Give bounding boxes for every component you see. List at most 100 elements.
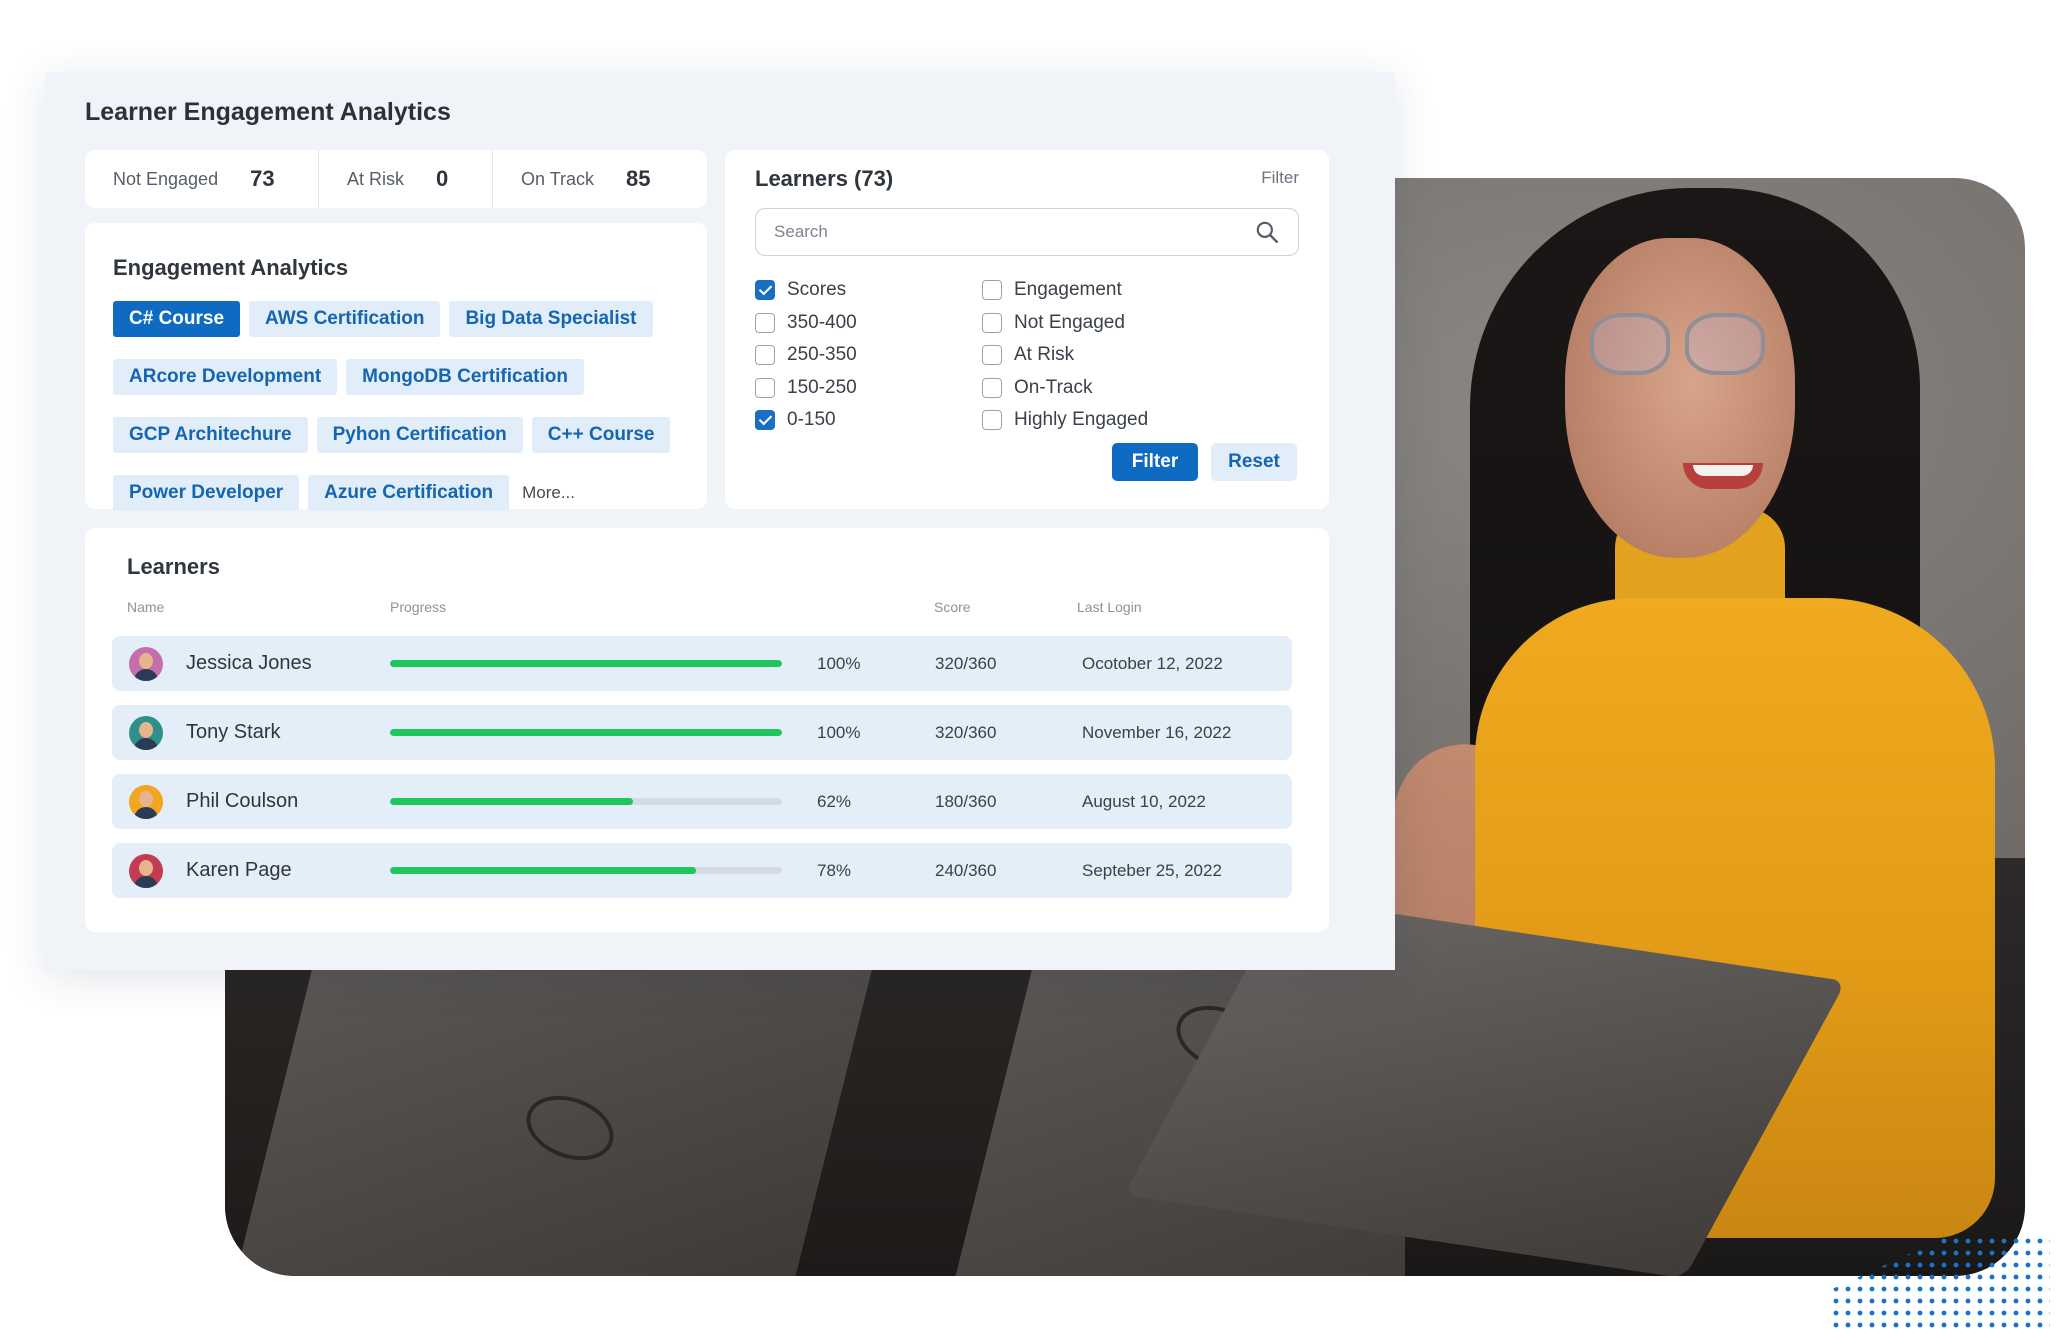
checkbox-box[interactable] — [982, 280, 1002, 301]
checkbox-label: 150-250 — [787, 376, 857, 398]
course-tag-arcore[interactable]: ARcore Development — [113, 359, 338, 395]
course-tag-mongodb[interactable]: MongoDB Certification — [346, 359, 584, 395]
last-login-date: August 10, 2022 — [1082, 791, 1206, 811]
progress-percent: 100% — [817, 722, 861, 742]
stat-value: 73 — [250, 166, 275, 191]
photo-glasses-lens — [1685, 313, 1765, 375]
progress-bar-fill — [390, 867, 696, 874]
stat-on-track: On Track 85 — [493, 150, 707, 208]
checkbox-label: 250-350 — [787, 344, 857, 366]
checkbox-label: At Risk — [1014, 344, 1075, 366]
table-row[interactable]: Jessica Jones 100% 320/360 Ocotober 12, … — [112, 636, 1292, 691]
stat-at-risk: At Risk 0 — [319, 150, 493, 208]
progress-percent: 100% — [817, 653, 861, 673]
course-tag-power-developer[interactable]: Power Developer — [113, 475, 300, 511]
progress-bar-fill — [390, 660, 782, 667]
stat-label: Not Engaged — [113, 168, 219, 189]
column-header-score[interactable]: Score — [934, 599, 971, 615]
checkbox-label: Highly Engaged — [1014, 409, 1149, 431]
learner-filter-card: Learners (73) Filter Scores 350-400 250-… — [725, 150, 1329, 509]
search-icon[interactable] — [1254, 219, 1280, 245]
column-header-name[interactable]: Name — [127, 599, 164, 615]
table-row[interactable]: Tony Stark 100% 320/360 November 16, 202… — [112, 705, 1292, 760]
column-header-last-login[interactable]: Last Login — [1077, 599, 1142, 615]
filter-link[interactable]: Filter — [1261, 168, 1299, 188]
course-tag-cpp[interactable]: C++ Course — [531, 417, 671, 453]
checkbox-box[interactable] — [755, 280, 775, 301]
checkbox-label: On-Track — [1014, 376, 1093, 398]
learner-name: Phil Coulson — [186, 790, 299, 812]
checkbox-highly-engaged[interactable]: Highly Engaged — [982, 404, 1148, 437]
progress-bar-fill — [390, 798, 634, 805]
checkbox-box[interactable] — [982, 377, 1002, 398]
filter-button[interactable]: Filter — [1112, 443, 1198, 481]
avatar — [129, 646, 163, 681]
learners-table-body: Jessica Jones 100% 320/360 Ocotober 12, … — [112, 636, 1292, 912]
checkbox-score-250-350[interactable]: 250-350 — [755, 339, 857, 372]
checkbox-at-risk[interactable]: At Risk — [982, 339, 1148, 372]
checkbox-score-350-400[interactable]: 350-400 — [755, 307, 857, 340]
search-input[interactable] — [774, 222, 1254, 242]
course-tag-azure[interactable]: Azure Certification — [308, 475, 510, 511]
checkbox-label: 0-150 — [787, 409, 836, 431]
progress-bar — [390, 798, 782, 805]
checkbox-box[interactable] — [755, 410, 775, 431]
course-tag-csharp[interactable]: C# Course — [113, 301, 241, 337]
checkbox-box[interactable] — [755, 345, 775, 366]
search-box — [755, 208, 1299, 256]
stat-not-engaged: Not Engaged 73 — [85, 150, 319, 208]
photo-person-face — [1565, 238, 1795, 558]
dashboard-panel: Learner Engagement Analytics Not Engaged… — [45, 72, 1395, 970]
checkbox-box[interactable] — [982, 345, 1002, 366]
checkbox-on-track[interactable]: On-Track — [982, 372, 1148, 405]
stat-label: On Track — [521, 168, 595, 189]
progress-bar-fill — [390, 729, 782, 736]
reset-button[interactable]: Reset — [1211, 443, 1297, 481]
checkbox-box[interactable] — [755, 312, 775, 333]
checkbox-score-150-250[interactable]: 150-250 — [755, 372, 857, 405]
avatar — [129, 784, 163, 819]
last-login-date: November 16, 2022 — [1082, 722, 1232, 742]
checkbox-box[interactable] — [755, 377, 775, 398]
column-header-progress[interactable]: Progress — [390, 599, 446, 615]
stat-value: 85 — [626, 166, 651, 191]
checkbox-score-0-150[interactable]: 0-150 — [755, 404, 857, 437]
avatar — [129, 853, 163, 888]
checkbox-label: Not Engaged — [1014, 311, 1125, 333]
table-row[interactable]: Phil Coulson 62% 180/360 August 10, 2022 — [112, 774, 1292, 829]
learners-table-title: Learners — [127, 554, 220, 579]
last-login-date: Ocotober 12, 2022 — [1082, 653, 1223, 673]
progress-percent: 62% — [817, 791, 852, 811]
learner-name: Tony Stark — [186, 721, 281, 743]
stat-value: 0 — [436, 166, 449, 191]
checkbox-scores[interactable]: Scores — [755, 274, 857, 307]
learner-score: 320/360 — [935, 722, 997, 742]
checkbox-not-engaged[interactable]: Not Engaged — [982, 307, 1148, 340]
learner-name: Jessica Jones — [186, 652, 312, 674]
stat-label: At Risk — [347, 168, 405, 189]
table-row[interactable]: Karen Page 78% 240/360 Septeber 25, 2022 — [112, 843, 1292, 898]
learner-score: 180/360 — [935, 791, 997, 811]
photo-glasses-lens — [1590, 313, 1670, 375]
engagement-stats-bar: Not Engaged 73 At Risk 0 On Track 85 — [85, 150, 707, 208]
course-tag-python[interactable]: Pyhon Certification — [316, 417, 523, 453]
last-login-date: Septeber 25, 2022 — [1082, 860, 1222, 880]
progress-bar — [390, 729, 782, 736]
learner-name: Karen Page — [186, 859, 292, 881]
checkbox-label: Scores — [787, 279, 847, 301]
course-tag-list: C# Course AWS Certification Big Data Spe… — [113, 301, 703, 511]
progress-bar — [390, 660, 782, 667]
engagement-filter-group: Engagement Not Engaged At Risk On-Track … — [982, 274, 1148, 437]
learner-filter-title: Learners (73) — [755, 166, 894, 191]
checkbox-box[interactable] — [982, 410, 1002, 431]
engagement-analytics-card: Engagement Analytics C# Course AWS Certi… — [85, 223, 707, 511]
learners-table-card: Learners Name Progress Score Last Login … — [85, 528, 1329, 932]
course-tag-big-data[interactable]: Big Data Specialist — [449, 301, 653, 337]
engagement-analytics-title: Engagement Analytics — [113, 255, 349, 280]
checkbox-engagement[interactable]: Engagement — [982, 274, 1148, 307]
course-tag-aws[interactable]: AWS Certification — [249, 301, 441, 337]
more-tags-link[interactable]: More... — [518, 475, 575, 511]
checkbox-box[interactable] — [982, 312, 1002, 333]
course-tag-gcp[interactable]: GCP Architechure — [113, 417, 308, 453]
learner-score: 320/360 — [935, 653, 997, 673]
